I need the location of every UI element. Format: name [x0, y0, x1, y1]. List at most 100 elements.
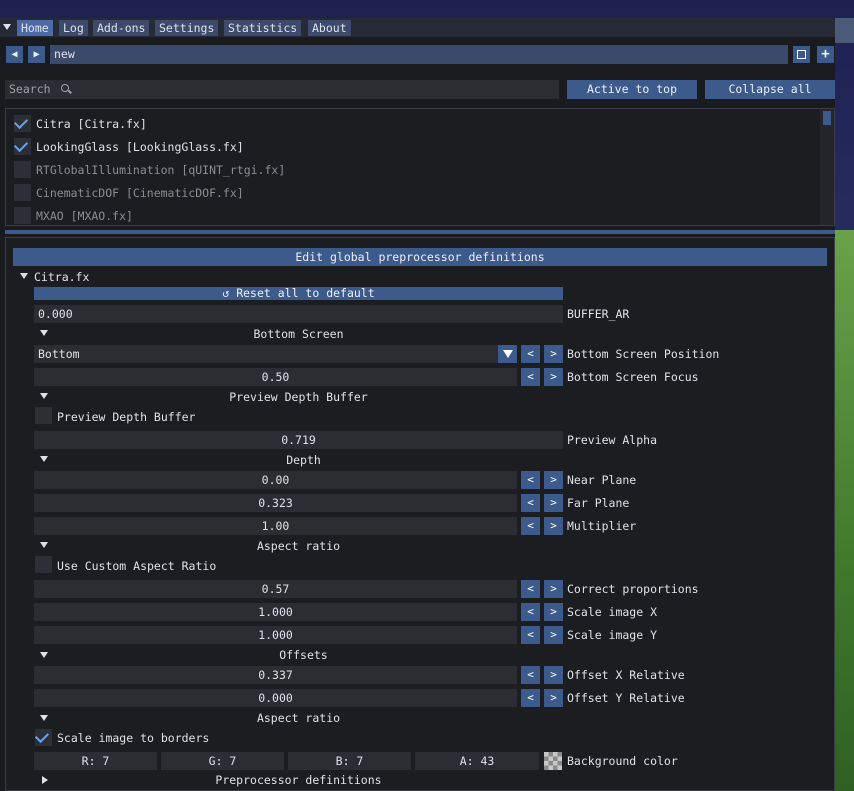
effect-checkbox-rtgi[interactable] — [14, 161, 31, 178]
scale-x-more-button[interactable]: > — [544, 603, 563, 621]
menu-log[interactable]: Log — [59, 20, 88, 36]
effects-list-scrollbar[interactable] — [820, 109, 834, 225]
window-collapse-icon[interactable] — [3, 24, 11, 30]
offset-y-less-button[interactable]: < — [521, 689, 540, 707]
splitter[interactable] — [5, 230, 835, 234]
offset-x-label: Offset X Relative — [567, 668, 685, 682]
effect-checkbox-lookingglass[interactable] — [13, 137, 31, 155]
far-plane-label: Far Plane — [567, 496, 630, 510]
far-plane-more-button[interactable]: > — [544, 494, 563, 512]
offset-y-label: Offset Y Relative — [567, 691, 685, 705]
effect-label-cinematicdof: CinematicDOF [CinematicDOF.fx] — [36, 186, 244, 200]
collapse-arrow-icon[interactable] — [20, 273, 28, 279]
preset-next-button[interactable]: ▶ — [28, 46, 45, 63]
section-offsets[interactable]: Offsets — [34, 648, 573, 662]
effect-checkbox-cinematicdof[interactable] — [14, 184, 31, 201]
background-scene-grass — [835, 230, 854, 791]
preset-save-button[interactable] — [793, 46, 810, 63]
correct-proportions-more-button[interactable]: > — [544, 580, 563, 598]
bg-color-g[interactable]: G: 7 — [161, 752, 284, 770]
scale-borders-label: Scale image to borders — [57, 731, 210, 745]
section-depth[interactable]: Depth — [34, 453, 573, 467]
active-to-top-button[interactable]: Active to top — [567, 80, 697, 99]
bottom-focus-less-button[interactable]: < — [521, 368, 540, 386]
effect-file-header[interactable]: Citra.fx — [34, 270, 89, 284]
buffer-ar-field[interactable]: 0.000 — [34, 305, 563, 323]
correct-proportions-label: Correct proportions — [567, 582, 699, 596]
reset-all-label: Reset all to default — [236, 286, 375, 300]
preset-add-button[interactable]: + — [817, 46, 834, 63]
offset-x-slider[interactable]: 0.337 — [34, 666, 517, 684]
menu-addons[interactable]: Add-ons — [93, 20, 150, 36]
reset-all-button[interactable]: ↺ Reset all to default — [34, 287, 563, 300]
edit-global-preprocessor-button[interactable]: Edit global preprocessor definitions — [13, 248, 827, 266]
bottom-focus-label: Bottom Screen Focus — [567, 370, 699, 384]
correct-proportions-less-button[interactable]: < — [521, 580, 540, 598]
offset-x-more-button[interactable]: > — [544, 666, 563, 684]
section-bottom-screen[interactable]: Bottom Screen — [34, 327, 563, 341]
section-aspect-ratio-2[interactable]: Aspect ratio — [34, 711, 563, 725]
search-placeholder: Search — [9, 82, 51, 96]
effect-label-rtgi: RTGlobalIllumination [qUINT_rtgi.fx] — [36, 163, 286, 177]
section-aspect-ratio[interactable]: Aspect ratio — [34, 539, 563, 553]
reset-icon: ↺ — [222, 286, 230, 300]
bottom-focus-slider[interactable]: 0.50 — [34, 368, 517, 386]
preview-alpha-label: Preview Alpha — [567, 433, 658, 447]
save-icon — [797, 50, 806, 59]
far-plane-slider[interactable]: 0.323 — [34, 494, 517, 512]
multiplier-more-button[interactable]: > — [544, 517, 563, 535]
bottom-focus-more-button[interactable]: > — [544, 368, 563, 386]
search-input[interactable]: Search — [5, 80, 559, 99]
far-plane-less-button[interactable]: < — [521, 494, 540, 512]
menu-statistics[interactable]: Statistics — [224, 20, 302, 36]
effect-label-citra: Citra [Citra.fx] — [36, 117, 147, 131]
scale-x-slider[interactable]: 1.000 — [34, 603, 517, 621]
effect-checkbox-citra[interactable] — [13, 114, 31, 132]
bottom-position-select[interactable]: Bottom — [34, 345, 498, 363]
preset-name-input[interactable]: new — [50, 45, 788, 64]
effect-label-lookingglass: LookingGlass [LookingGlass.fx] — [36, 140, 244, 154]
preview-depth-label: Preview Depth Buffer — [57, 410, 196, 424]
bg-color-label: Background color — [567, 754, 678, 768]
bottom-position-more-button[interactable]: > — [544, 345, 563, 363]
color-swatch-icon[interactable] — [544, 752, 562, 770]
custom-aspect-label: Use Custom Aspect Ratio — [57, 559, 217, 573]
section-preprocessor[interactable]: Preprocessor definitions — [34, 773, 563, 787]
scale-y-more-button[interactable]: > — [544, 626, 563, 644]
dropdown-arrow-icon[interactable] — [498, 345, 517, 363]
preview-alpha-slider[interactable]: 0.719 — [34, 431, 563, 449]
menu-home[interactable]: Home — [17, 20, 53, 36]
near-plane-slider[interactable]: 0.00 — [34, 471, 517, 489]
scale-borders-checkbox[interactable] — [34, 728, 52, 746]
multiplier-less-button[interactable]: < — [521, 517, 540, 535]
bg-color-r[interactable]: R: 7 — [34, 752, 157, 770]
near-plane-less-button[interactable]: < — [521, 471, 540, 489]
buffer-ar-label: BUFFER_AR — [567, 307, 630, 321]
offset-y-slider[interactable]: 0.000 — [34, 689, 517, 707]
near-plane-label: Near Plane — [567, 473, 637, 487]
preview-depth-checkbox[interactable] — [35, 407, 52, 424]
collapse-all-button[interactable]: Collapse all — [705, 80, 835, 99]
preset-prev-button[interactable]: ◀ — [6, 46, 23, 63]
menu-about[interactable]: About — [308, 20, 351, 36]
multiplier-slider[interactable]: 1.00 — [34, 517, 517, 535]
scale-x-less-button[interactable]: < — [521, 603, 540, 621]
scale-x-label: Scale image X — [567, 605, 658, 619]
scale-y-less-button[interactable]: < — [521, 626, 540, 644]
multiplier-label: Multiplier — [567, 519, 637, 533]
correct-proportions-slider[interactable]: 0.57 — [34, 580, 517, 598]
near-plane-more-button[interactable]: > — [544, 471, 563, 489]
bg-color-b[interactable]: B: 7 — [288, 752, 411, 770]
search-icon — [61, 84, 73, 94]
custom-aspect-checkbox[interactable] — [35, 556, 52, 573]
menu-settings[interactable]: Settings — [155, 20, 219, 36]
section-preview-depth[interactable]: Preview Depth Buffer — [34, 390, 563, 404]
offset-x-less-button[interactable]: < — [521, 666, 540, 684]
effect-checkbox-mxao[interactable] — [14, 207, 31, 224]
scale-y-label: Scale image Y — [567, 628, 658, 642]
offset-y-more-button[interactable]: > — [544, 689, 563, 707]
bg-color-a[interactable]: A: 43 — [415, 752, 539, 770]
effect-label-mxao: MXAO [MXAO.fx] — [36, 209, 133, 223]
scale-y-slider[interactable]: 1.000 — [34, 626, 517, 644]
bottom-position-less-button[interactable]: < — [521, 345, 540, 363]
